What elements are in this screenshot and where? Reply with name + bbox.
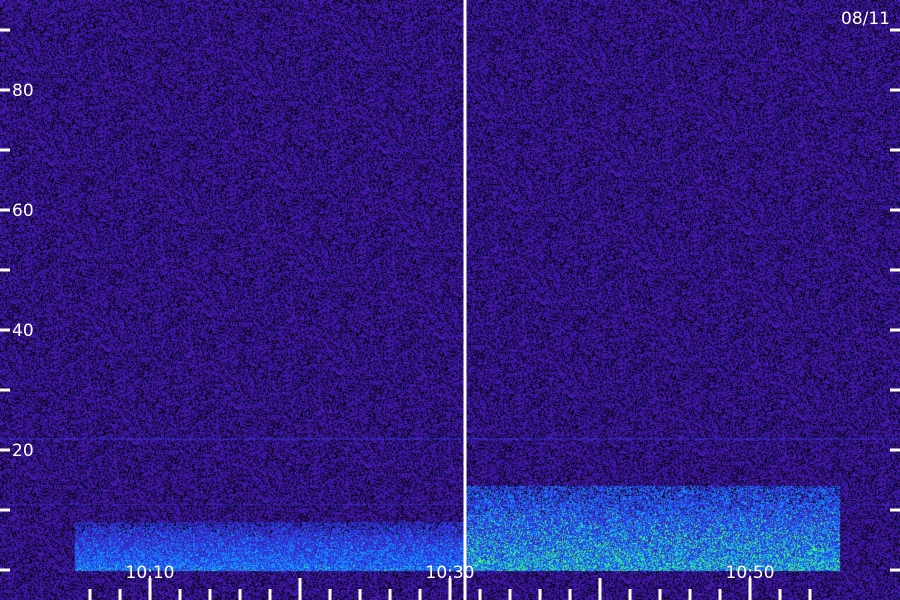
y-tick-label: 60 <box>12 201 34 221</box>
x-time-label: 10:30 <box>426 563 475 583</box>
y-tick-label: 80 <box>12 81 34 101</box>
right-y-axis <box>890 28 900 572</box>
spectrogram-chart: 20406080100 10:1010:3010:50 08/11 <box>0 0 900 600</box>
y-tick-label: 20 <box>12 441 34 461</box>
x-axis: 10:10 10:30 10:50 <box>88 563 812 600</box>
left-y-axis: 20406080100 <box>0 28 34 572</box>
chart-overlay: 20406080100 10:1010:3010:50 08/11 <box>0 0 900 600</box>
date-label: 08/11 <box>841 9 890 29</box>
x-time-label: 10:10 <box>126 563 175 583</box>
y-tick-label: 40 <box>12 321 34 341</box>
x-time-label: 10:50 <box>726 563 775 583</box>
